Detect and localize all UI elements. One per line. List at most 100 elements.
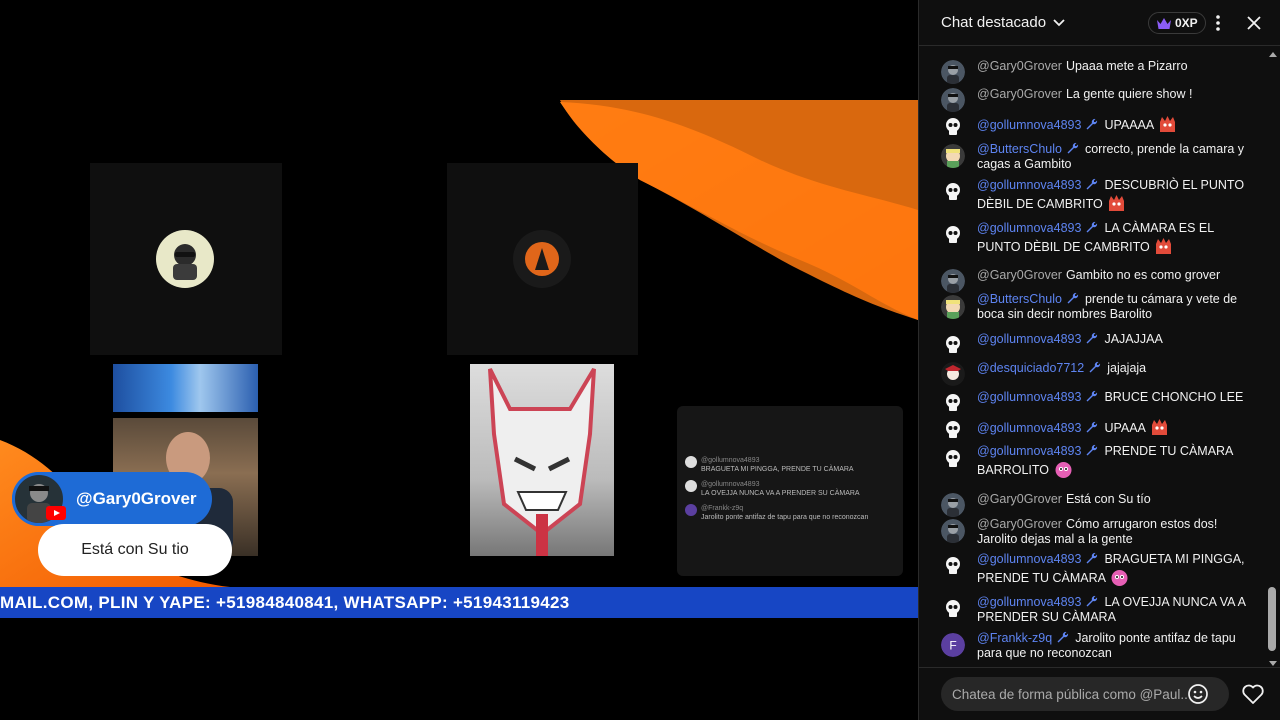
wrench-moderator-icon bbox=[1086, 332, 1098, 344]
scroll-up-arrow-icon[interactable] bbox=[1269, 52, 1277, 57]
gary-avatar-icon bbox=[941, 60, 965, 84]
message-author[interactable]: @Gary0Grover bbox=[977, 492, 1062, 506]
heart-icon bbox=[1242, 684, 1264, 704]
video-player[interactable]: @Gary0Grover Está con Su tio @gollumnova… bbox=[0, 0, 918, 720]
message-author[interactable]: @gollumnova4893 bbox=[977, 221, 1081, 235]
mini-text: LA OVEJJA NUNCA VA A PRENDER SU CÀMARA bbox=[701, 490, 860, 497]
chat-message-list[interactable]: @Gary0Grover Upaaa mete a Pizarro @Gary0G… bbox=[919, 52, 1269, 666]
wrench-moderator-icon bbox=[1086, 444, 1098, 456]
pink-blob-emoji-icon bbox=[1111, 570, 1128, 586]
message-text: Upaaa mete a Pizarro bbox=[1065, 59, 1188, 73]
scroll-down-arrow-icon[interactable] bbox=[1269, 661, 1277, 666]
message-author[interactable]: @Gary0Grover bbox=[977, 268, 1062, 282]
participant-tile-1 bbox=[90, 163, 282, 355]
message-text: UPAAA bbox=[1104, 421, 1146, 435]
chat-title: Chat destacado bbox=[941, 14, 1047, 31]
highlighted-comment-author: @Gary0Grover bbox=[12, 472, 212, 526]
skull-avatar-icon bbox=[941, 115, 965, 139]
message-text: BRUCE CHONCHO LEE bbox=[1104, 390, 1244, 404]
skull-avatar-icon bbox=[941, 333, 965, 357]
message-text: La gente quiere show ! bbox=[1065, 87, 1193, 101]
xp-badge[interactable]: 0XP bbox=[1148, 12, 1206, 34]
message-author[interactable]: @gollumnova4893 bbox=[977, 332, 1081, 346]
skull-avatar-icon bbox=[941, 391, 965, 415]
xp-value: 0XP bbox=[1175, 16, 1198, 30]
chat-input-bar bbox=[919, 667, 1280, 720]
message-author[interactable]: @gollumnova4893 bbox=[977, 390, 1081, 404]
monster-emoji-icon bbox=[1151, 419, 1167, 435]
wrench-moderator-icon bbox=[1057, 631, 1069, 643]
wrench-moderator-icon bbox=[1086, 390, 1098, 402]
monster-emoji-icon bbox=[1156, 238, 1172, 254]
message-author[interactable]: @gollumnova4893 bbox=[977, 595, 1081, 609]
wrench-moderator-icon bbox=[1086, 221, 1098, 233]
mini-text: Jarolito ponte antifaz de tapu para que … bbox=[701, 514, 869, 521]
message-author[interactable]: @gollumnova4893 bbox=[977, 552, 1081, 566]
live-chat-panel: Chat destacado 0XP @Gary0Grover Upaaa met… bbox=[918, 0, 1280, 720]
chat-scrollbar[interactable] bbox=[1267, 52, 1279, 666]
chat-mode-dropdown[interactable]: Chat destacado bbox=[941, 14, 1066, 31]
wrench-moderator-icon bbox=[1089, 361, 1101, 373]
more-vert-icon bbox=[1216, 15, 1220, 31]
gary-avatar-icon bbox=[941, 493, 965, 517]
scroll-thumb[interactable] bbox=[1268, 587, 1276, 651]
close-icon bbox=[1247, 16, 1261, 30]
desquiciado-avatar-icon bbox=[941, 362, 965, 386]
message-text: jajajaja bbox=[1107, 361, 1147, 375]
pink-blob-emoji-icon bbox=[1055, 462, 1071, 478]
message-author[interactable]: @ButtersChulo bbox=[977, 292, 1062, 306]
message-author[interactable]: @gollumnova4893 bbox=[977, 421, 1081, 435]
chat-header: Chat destacado 0XP bbox=[919, 0, 1280, 46]
butters-avatar-icon bbox=[941, 295, 965, 319]
screen-share-thumbnail bbox=[113, 364, 258, 412]
more-options-button[interactable] bbox=[1206, 11, 1230, 35]
wrench-moderator-icon bbox=[1067, 142, 1079, 154]
skull-avatar-icon bbox=[941, 223, 965, 247]
mini-avatar-icon bbox=[685, 504, 697, 516]
message-author[interactable]: @gollumnova4893 bbox=[977, 444, 1081, 458]
message-author[interactable]: @gollumnova4893 bbox=[977, 118, 1081, 132]
monster-emoji-icon bbox=[1160, 116, 1176, 132]
skull-avatar-icon bbox=[941, 180, 965, 204]
close-chat-button[interactable] bbox=[1242, 11, 1266, 35]
mini-author: @gollumnova4893 bbox=[701, 457, 760, 464]
message-text: JAJAJJAA bbox=[1104, 332, 1163, 346]
reaction-heart-button[interactable] bbox=[1239, 680, 1267, 708]
youtube-live-page: @Gary0Grover Está con Su tio @gollumnova… bbox=[0, 0, 1280, 720]
highlighted-comment-text: Está con Su tio bbox=[38, 524, 232, 576]
gary-avatar-icon bbox=[941, 88, 965, 112]
message-author[interactable]: @ButtersChulo bbox=[977, 142, 1062, 156]
message-text: UPAAAA bbox=[1104, 118, 1154, 132]
wrench-moderator-icon bbox=[1067, 292, 1079, 304]
message-author[interactable]: @Gary0Grover bbox=[977, 87, 1062, 101]
mini-text: BRAGUETA MI PINGGA, PRENDE TU CÀMARA bbox=[701, 466, 854, 473]
wrench-moderator-icon bbox=[1086, 421, 1098, 433]
emoji-picker-button[interactable] bbox=[1186, 682, 1210, 706]
wrench-moderator-icon bbox=[1086, 118, 1098, 130]
stream-frame: @Gary0Grover Está con Su tio @gollumnova… bbox=[0, 100, 918, 620]
stream-chat-overlay: @gollumnova4893 BRAGUETA MI PINGGA, PREND… bbox=[677, 406, 903, 576]
message-author[interactable]: @gollumnova4893 bbox=[977, 178, 1081, 192]
chevron-down-icon bbox=[1053, 18, 1065, 26]
gary-avatar-icon bbox=[941, 519, 965, 543]
wrench-moderator-icon bbox=[1086, 595, 1098, 607]
message-author[interactable]: @desquiciado7712 bbox=[977, 361, 1084, 375]
mini-author: @Frankk-z9q bbox=[701, 505, 744, 512]
message-author[interactable]: @Frankk-z9q bbox=[977, 631, 1052, 645]
message-author[interactable]: @Gary0Grover bbox=[977, 59, 1062, 73]
butters-avatar-icon bbox=[941, 144, 965, 168]
wrench-moderator-icon bbox=[1086, 178, 1098, 190]
message-text: Está con Su tío bbox=[1065, 492, 1151, 506]
svg-text:F: F bbox=[949, 639, 956, 653]
crown-icon bbox=[1157, 17, 1171, 29]
webcam-feed-2 bbox=[470, 364, 614, 556]
message-author[interactable]: @Gary0Grover bbox=[977, 517, 1062, 531]
participant-tile-2 bbox=[447, 163, 638, 355]
highlighted-author-name: @Gary0Grover bbox=[76, 489, 197, 508]
mini-avatar-icon bbox=[685, 456, 697, 468]
mini-avatar-icon bbox=[685, 480, 697, 492]
skull-avatar-icon bbox=[941, 597, 965, 621]
skull-avatar-icon bbox=[941, 554, 965, 578]
monster-emoji-icon bbox=[1109, 195, 1125, 211]
smiley-icon bbox=[1188, 684, 1208, 704]
